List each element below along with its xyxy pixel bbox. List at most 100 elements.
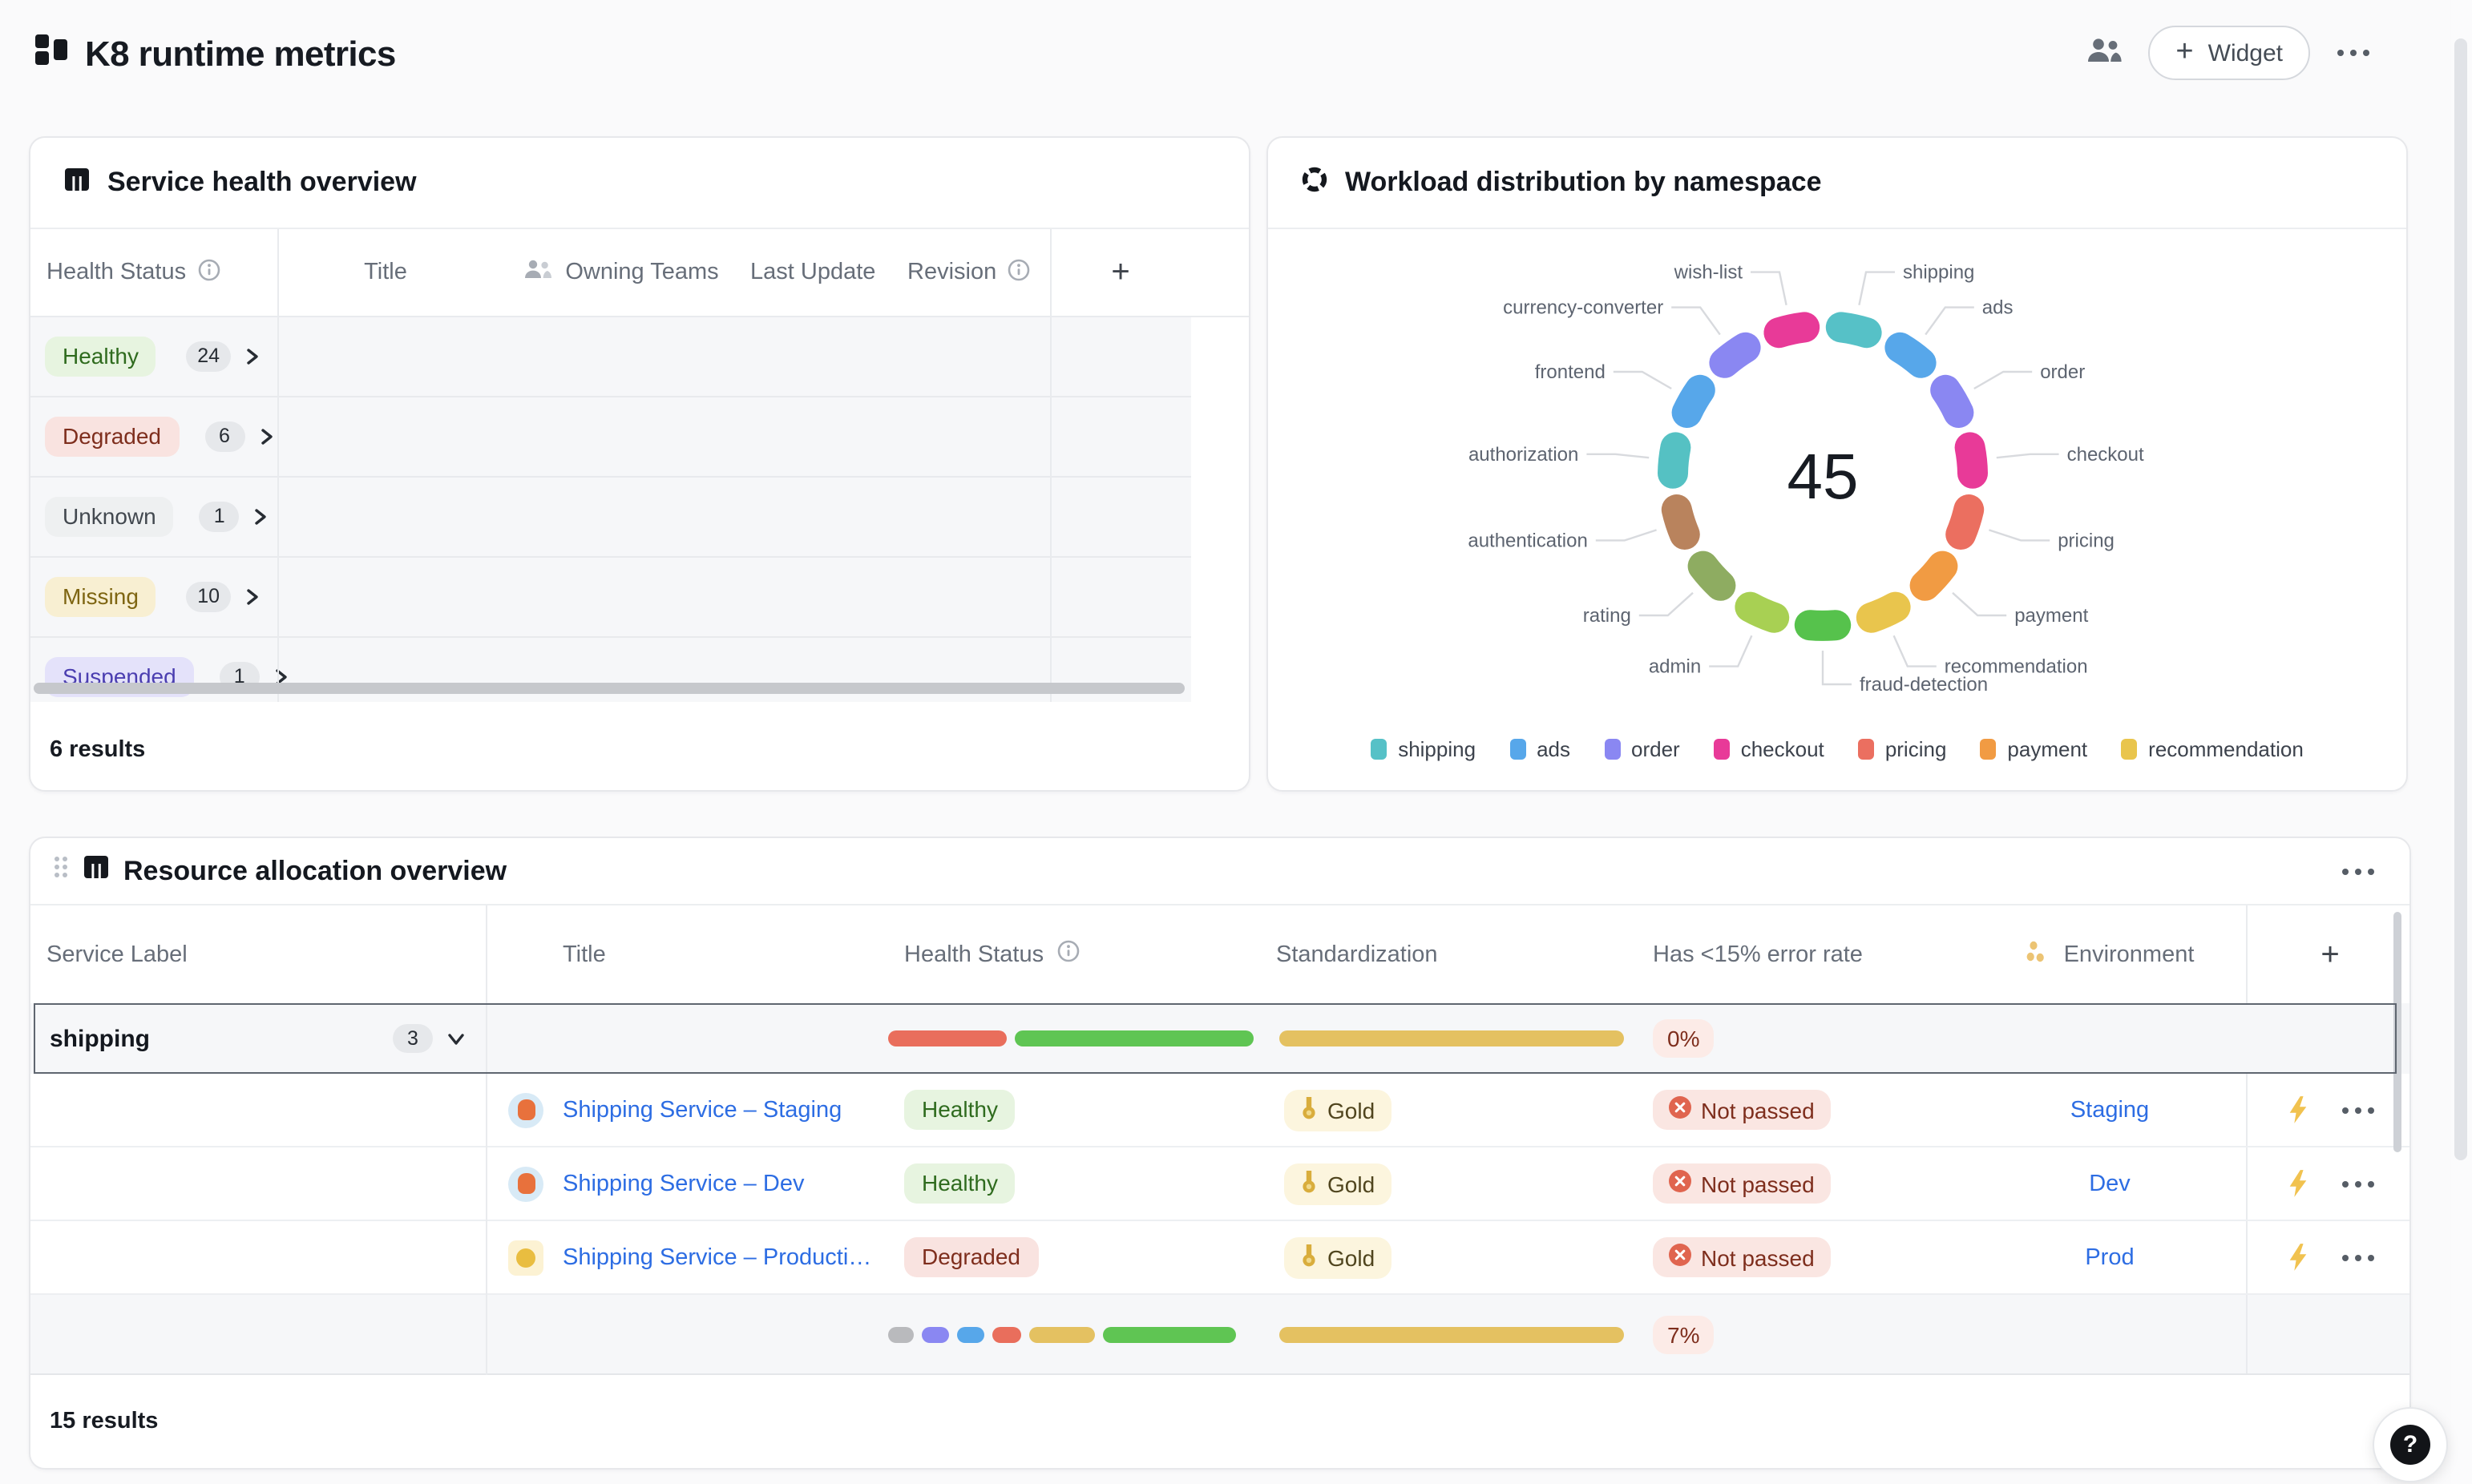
health-status-badge: Healthy <box>904 1163 1016 1204</box>
legend-item-shipping[interactable]: shipping <box>1371 737 1476 761</box>
column-header-error-rate[interactable]: Has <15% error rate <box>1646 905 1973 1003</box>
service-title-link[interactable]: Shipping Service – Staging <box>563 1097 842 1123</box>
status-group-row-unknown[interactable]: Unknown 1 <box>30 478 1191 558</box>
widget-title: Resource allocation overview <box>123 855 507 887</box>
widget-menu-button[interactable] <box>2342 868 2374 874</box>
column-header-health-status[interactable]: Health Status <box>875 905 1268 1003</box>
legend-swatch <box>1371 739 1387 760</box>
donut-segment-pricing[interactable] <box>1961 510 1969 534</box>
page-scrollbar-thumb[interactable] <box>2454 38 2467 1160</box>
legend-item-checkout[interactable]: checkout <box>1714 737 1824 761</box>
status-badge: Unknown <box>45 497 174 538</box>
service-row-dev[interactable]: Shipping Service – Dev Healthy Gold Not … <box>30 1147 2409 1221</box>
count-chip: 1 <box>200 502 240 532</box>
members-button[interactable] <box>2082 30 2127 75</box>
donut-segment-payment[interactable] <box>1925 567 1943 586</box>
info-icon[interactable] <box>1056 939 1080 970</box>
gold-medal-icon <box>1300 1095 1318 1124</box>
count-chip: 10 <box>186 583 231 612</box>
donut-label-pricing: pricing <box>2058 530 2115 551</box>
add-widget-button[interactable]: + Widget <box>2148 26 2310 80</box>
donut-leader-line <box>1989 530 2050 540</box>
donut-segment-frontend[interactable] <box>1687 390 1700 413</box>
service-row-staging[interactable]: Shipping Service – Staging Healthy Gold … <box>30 1074 2409 1147</box>
service-row-production[interactable]: Shipping Service – Producti… Degraded Go… <box>30 1221 2409 1295</box>
legend-item-pricing[interactable]: pricing <box>1858 737 1947 761</box>
status-group-row-missing[interactable]: Missing 10 <box>30 558 1191 638</box>
service-title-link[interactable]: Shipping Service – Dev <box>563 1171 804 1196</box>
info-icon[interactable] <box>1006 257 1030 288</box>
donut-segment-ads[interactable] <box>1900 348 1921 363</box>
donut-segment-authentication[interactable] <box>1677 510 1685 534</box>
service-health-widget: Service health overview Health Status Ti… <box>29 136 1250 792</box>
donut-segment-authorization[interactable] <box>1673 447 1675 473</box>
donut-label-currency-converter: currency-converter <box>1503 297 1663 319</box>
column-header-title[interactable]: Title <box>277 229 494 316</box>
status-group-row-healthy[interactable]: Healthy 24 <box>30 317 1191 397</box>
donut-segment-checkout[interactable] <box>1970 447 1973 473</box>
environment-link[interactable]: Staging <box>2070 1097 2149 1123</box>
legend-item-ads[interactable]: ads <box>1509 737 1570 761</box>
chevron-right-icon[interactable] <box>244 346 261 367</box>
topbar-actions: + Widget <box>2082 26 2376 80</box>
legend-swatch <box>1604 739 1620 760</box>
donut-segment-order[interactable] <box>1945 390 1958 413</box>
column-header-service-label[interactable]: Service Label <box>30 905 486 1003</box>
donut-segment-wish-list[interactable] <box>1779 327 1804 333</box>
run-action-icon[interactable] <box>2286 1168 2310 1199</box>
legend-item-recommendation[interactable]: recommendation <box>2121 737 2304 761</box>
widget-header: Workload distribution by namespace <box>1268 138 2406 229</box>
results-count: 6 results <box>30 710 145 790</box>
chevron-right-icon[interactable] <box>252 506 270 527</box>
horizontal-scrollbar-thumb[interactable] <box>34 683 1185 694</box>
chart-legend: shipping ads order checkout pricing payment re… <box>1268 737 2406 761</box>
help-button[interactable]: ? <box>2373 1407 2448 1482</box>
donut-segment-recommendation[interactable] <box>1872 607 1896 618</box>
row-actions-menu[interactable] <box>2342 1254 2374 1260</box>
donut-segment-rating[interactable] <box>1703 567 1721 586</box>
error-rate-badge: 0% <box>1653 1019 1714 1058</box>
run-action-icon[interactable] <box>2286 1242 2310 1272</box>
group-row-shipping[interactable]: shipping 3 0% <box>30 1003 2409 1074</box>
page-scrollbar[interactable] <box>2451 0 2472 1484</box>
row-actions-menu[interactable] <box>2342 1107 2374 1113</box>
column-header-title[interactable]: Title <box>486 905 875 1003</box>
chevron-right-icon[interactable] <box>257 426 275 447</box>
donut-segment-admin[interactable] <box>1750 607 1774 618</box>
error-rate-check-badge: Not passed <box>1653 1237 1831 1277</box>
row-actions-menu[interactable] <box>2342 1180 2374 1187</box>
donut-leader-line <box>1859 272 1895 305</box>
chevron-right-icon[interactable] <box>244 587 261 607</box>
donut-leader-line <box>1925 308 1974 335</box>
column-header-last-update[interactable]: Last Update <box>747 229 899 316</box>
column-header-revision[interactable]: Revision <box>899 229 1050 316</box>
donut-segment-fraud-detection[interactable] <box>1810 625 1836 626</box>
status-group-row-degraded[interactable]: Degraded 6 <box>30 397 1191 478</box>
run-action-icon[interactable] <box>2286 1095 2310 1125</box>
add-column-button[interactable]: + <box>2246 905 2397 1003</box>
table-column-header: Health Status Title Owning Teams Last Up… <box>30 229 1249 317</box>
vertical-scrollbar-thumb[interactable] <box>2393 912 2401 1152</box>
next-group-row[interactable]: 7% <box>30 1295 2409 1375</box>
column-header-environment[interactable]: Environment <box>1973 905 2246 1003</box>
legend-item-payment[interactable]: payment <box>1980 737 2087 761</box>
environment-link[interactable]: Prod <box>2085 1244 2134 1270</box>
legend-item-order[interactable]: order <box>1604 737 1680 761</box>
drag-handle-icon[interactable] <box>53 854 69 888</box>
chevron-down-icon[interactable] <box>446 1030 467 1047</box>
column-header-standardization[interactable]: Standardization <box>1268 905 1646 1003</box>
donut-label-ads: ads <box>1982 297 2014 319</box>
donut-segment-shipping[interactable] <box>1841 327 1867 333</box>
service-title-link[interactable]: Shipping Service – Producti… <box>563 1244 871 1270</box>
legend-label: shipping <box>1398 737 1476 761</box>
info-icon[interactable] <box>197 257 221 288</box>
error-rate-check-badge: Not passed <box>1653 1090 1831 1130</box>
column-header-owning-teams[interactable]: Owning Teams <box>494 229 747 316</box>
dashboard-menu-button[interactable] <box>2331 30 2376 75</box>
add-column-button[interactable]: + <box>1050 229 1191 316</box>
donut-leader-line <box>1586 454 1649 458</box>
donut-segment-currency-converter[interactable] <box>1724 348 1745 363</box>
column-header-health-status[interactable]: Health Status <box>30 229 277 316</box>
environment-link[interactable]: Dev <box>2089 1171 2131 1196</box>
standardization-bar <box>1279 1326 1624 1342</box>
